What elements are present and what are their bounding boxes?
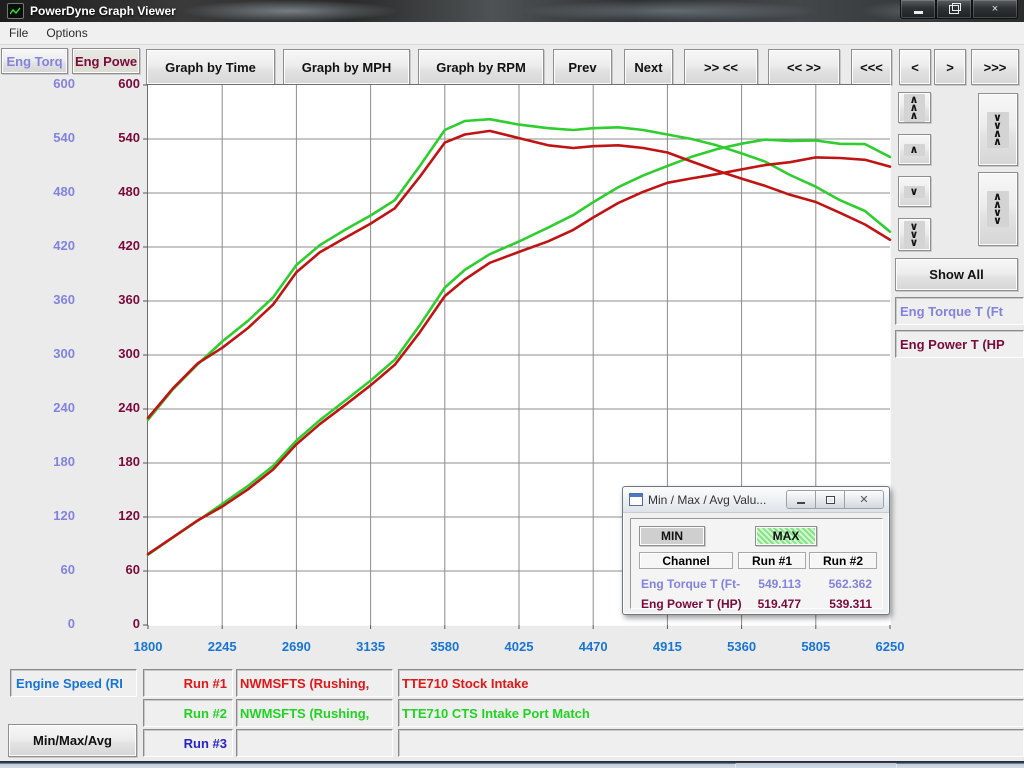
minmax-dialog-titlebar[interactable]: Min / Max / Avg Valu... ✕	[623, 487, 889, 513]
y-scroll-down-fast-button[interactable]: ∨ ∨ ∨	[898, 218, 931, 251]
scroll-left-button[interactable]: <	[899, 49, 931, 85]
y-scroll-up-fast-button[interactable]: ∧ ∧ ∧	[898, 92, 931, 123]
minmaxavg-button[interactable]: Min/Max/Avg	[8, 724, 137, 757]
y-axis-tick-label: 120	[0, 508, 140, 523]
scroll-first-button[interactable]: <<<	[851, 49, 892, 85]
y-axis-tick-label: 600	[0, 76, 140, 91]
restore-button-icon[interactable]	[936, 0, 972, 19]
dialog-channel-name: Eng Torque T (Ft-	[641, 577, 740, 591]
y-axis-tick-label: 480	[0, 184, 140, 199]
dialog-restore-icon[interactable]	[816, 491, 845, 508]
x-axis-tick-label: 2690	[266, 639, 326, 654]
window-title: PowerDyne Graph Viewer	[30, 4, 176, 18]
menu-bar: File Options	[0, 22, 1024, 45]
torque-channel-label: Eng Torque T (Ft	[895, 297, 1024, 325]
run-label-2: Run #2	[143, 699, 233, 727]
x-axis-channel-label: Engine Speed (RI	[16, 676, 123, 691]
run-label-1: Run #1	[143, 669, 233, 697]
graph-by-mph-button[interactable]: Graph by MPH	[283, 49, 410, 85]
chevrons-outward-icon: ∧ ∧ ∨ ∨	[987, 191, 1009, 227]
next-button[interactable]: Next	[624, 49, 673, 85]
x-axis-channel-box: Engine Speed (RI	[10, 669, 137, 697]
run-file-2: NWMSFTS (Rushing,	[236, 699, 393, 727]
y-scroll-down-button[interactable]: ∨	[898, 176, 931, 207]
channel-button-eng-power[interactable]: Eng Powe	[72, 48, 140, 74]
chevron-up-icon: ∧	[904, 144, 926, 156]
chevron-triple-down-icon: ∨ ∨ ∨	[904, 221, 926, 249]
x-axis-tick-label: 2245	[192, 639, 252, 654]
y-axis-tick-label: 420	[0, 238, 140, 253]
minmax-dialog-title: Min / Max / Avg Valu...	[648, 493, 766, 507]
power-channel-label: Eng Power T (HP	[895, 330, 1024, 358]
column-header-run2[interactable]: Run #2	[809, 552, 877, 569]
dialog-minimize-icon[interactable]	[787, 491, 816, 508]
app-icon	[7, 3, 24, 19]
run-label-3: Run #3	[143, 729, 233, 757]
x-axis-tick-label: 4025	[489, 639, 549, 654]
dialog-window-icon	[629, 493, 643, 506]
x-axis-tick-label: 6250	[860, 639, 920, 654]
y-axis-tick-label: 240	[0, 400, 140, 415]
chevron-down-icon: ∨	[904, 186, 926, 198]
y-scroll-up-button[interactable]: ∧	[898, 134, 931, 165]
show-all-button[interactable]: Show All	[895, 258, 1018, 291]
dialog-run2-max-value: 539.311	[810, 597, 872, 611]
prev-button[interactable]: Prev	[553, 49, 612, 85]
x-axis-tick-label: 5805	[786, 639, 846, 654]
y-axis-tick-label: 60	[0, 562, 140, 577]
x-axis-tick-label: 3135	[341, 639, 401, 654]
taskbar-button-edge	[735, 763, 897, 768]
powerdyne-window: PowerDyne Graph Viewer × File Options En…	[0, 0, 1024, 768]
column-header-channel[interactable]: Channel	[639, 552, 733, 569]
y-axis-tick-label: 360	[0, 292, 140, 307]
min-toggle-button[interactable]: MIN	[639, 526, 705, 546]
x-axis-tick-label: 4915	[637, 639, 697, 654]
y-axis-tick-label: 300	[0, 346, 140, 361]
zoom-out-x-button[interactable]: << >>	[768, 49, 840, 85]
y-axis-tick-label: 0	[0, 616, 140, 631]
dialog-run2-max-value: 562.362	[810, 577, 872, 591]
scroll-last-button[interactable]: >>>	[971, 49, 1019, 85]
dialog-close-icon[interactable]: ✕	[845, 491, 883, 508]
graph-by-time-button[interactable]: Graph by Time	[146, 49, 275, 85]
y-zoom-in-button[interactable]: ∨ ∨ ∧ ∧	[978, 93, 1018, 166]
chevron-triple-up-icon: ∧ ∧ ∧	[904, 94, 926, 122]
x-axis-tick-label: 5360	[712, 639, 772, 654]
dialog-run1-max-value: 519.477	[739, 597, 801, 611]
taskbar-edge	[0, 761, 1024, 768]
x-axis-tick-label: 4470	[563, 639, 623, 654]
chevrons-inward-icon: ∨ ∨ ∧ ∧	[987, 112, 1009, 148]
max-toggle-button[interactable]: MAX	[755, 526, 817, 546]
run-description-2: TTE710 CTS Intake Port Match	[398, 699, 1024, 727]
run-file-3	[236, 729, 393, 757]
graph-by-rpm-button[interactable]: Graph by RPM	[418, 49, 544, 85]
run-description-3	[398, 729, 1024, 757]
menu-file[interactable]: File	[0, 23, 37, 43]
dialog-channel-name: Eng Power T (HP)	[641, 597, 742, 611]
column-header-run1[interactable]: Run #1	[738, 552, 806, 569]
minimize-button-icon[interactable]	[900, 0, 936, 19]
minmax-dialog-body: MIN MAX Channel Run #1 Run #2 Eng Torque…	[630, 518, 883, 609]
title-bar[interactable]: PowerDyne Graph Viewer ×	[0, 0, 1024, 22]
run-file-1: NWMSFTS (Rushing,	[236, 669, 393, 697]
y-axis-tick-label: 180	[0, 454, 140, 469]
x-axis-tick-label: 1800	[118, 639, 178, 654]
close-button-icon[interactable]: ×	[972, 0, 1018, 19]
y-zoom-out-button[interactable]: ∧ ∧ ∨ ∨	[978, 172, 1018, 246]
y-axis-tick-label: 540	[0, 130, 140, 145]
dialog-run1-max-value: 549.113	[739, 577, 801, 591]
scroll-right-button[interactable]: >	[934, 49, 966, 85]
minmax-dialog: Min / Max / Avg Valu... ✕ MIN MAX Channe…	[622, 486, 890, 615]
x-axis-tick-label: 3580	[415, 639, 475, 654]
channel-button-eng-torque[interactable]: Eng Torq	[1, 48, 68, 74]
run-description-1: TTE710 Stock Intake	[398, 669, 1024, 697]
zoom-in-x-button[interactable]: >> <<	[684, 49, 758, 85]
menu-options[interactable]: Options	[37, 23, 96, 43]
